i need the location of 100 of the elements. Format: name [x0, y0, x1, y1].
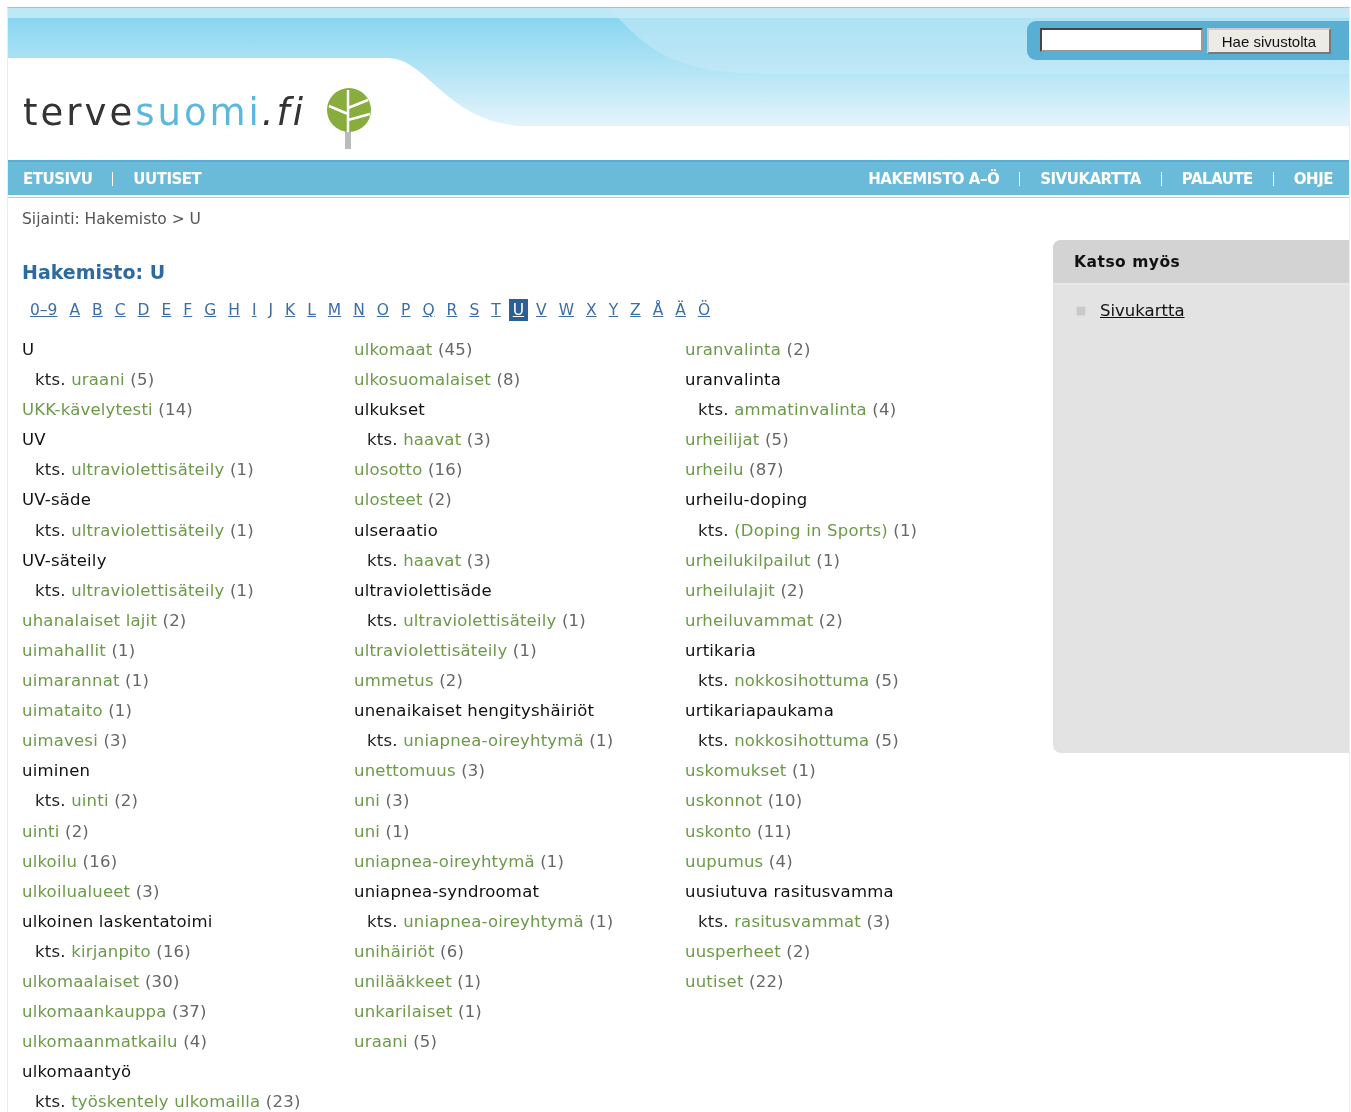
index-term: ultraviolettisäde	[354, 580, 492, 600]
index-link[interactable]: unilääkkeet	[354, 971, 452, 991]
letter-link[interactable]: X	[582, 299, 601, 321]
index-link[interactable]: ulkoilualueet	[22, 881, 131, 901]
see-label: kts.	[35, 580, 66, 600]
index-link[interactable]: uni	[354, 821, 381, 841]
index-link[interactable]: ultraviolettisäteily	[71, 580, 225, 600]
see-label: kts.	[35, 941, 66, 961]
index-link[interactable]: ulkosuomalaiset	[354, 370, 491, 390]
index-link[interactable]: unettomuus	[354, 761, 456, 781]
letter-link[interactable]: V	[532, 299, 551, 321]
letter-link[interactable]: R	[442, 299, 462, 321]
letter-link[interactable]: Z	[626, 299, 645, 321]
index-link[interactable]: urheilu	[685, 460, 744, 480]
index-link[interactable]: ultraviolettisäteily	[354, 640, 508, 660]
index-link[interactable]: nokkosihottuma	[734, 671, 870, 691]
index-link[interactable]: uinti	[22, 821, 60, 841]
index-link[interactable]: uraani	[71, 370, 125, 390]
index-link[interactable]: uinti	[71, 791, 109, 811]
letter-link[interactable]: S	[465, 299, 484, 321]
nav-link[interactable]: OHJE	[1293, 169, 1333, 188]
index-link[interactable]: urheilijat	[685, 430, 760, 450]
letter-link[interactable]: 0–9	[26, 299, 62, 321]
index-link[interactable]: uskonto	[685, 821, 752, 841]
letter-link[interactable]: Å	[648, 299, 668, 321]
index-link[interactable]: uniapnea-oireyhtymä	[354, 851, 535, 871]
letter-link[interactable]: T	[487, 299, 505, 321]
letter-link[interactable]: D	[133, 299, 154, 321]
letter-link[interactable]: Q	[418, 299, 439, 321]
letter-link[interactable]: F	[179, 299, 197, 321]
index-link[interactable]: (Doping in Sports)	[734, 520, 888, 540]
letter-link[interactable]: E	[157, 299, 176, 321]
index-link[interactable]: ulosteet	[354, 490, 423, 510]
letter-link[interactable]: U	[508, 299, 529, 321]
index-link[interactable]: ulkomaankauppa	[22, 1002, 167, 1022]
index-link[interactable]: uniapnea-oireyhtymä	[403, 731, 584, 751]
index-link[interactable]: uimavesi	[22, 731, 98, 751]
index-link[interactable]: ummetus	[354, 671, 434, 691]
search-field[interactable]	[1039, 28, 1203, 52]
index-link[interactable]: urheilukilpailut	[685, 550, 811, 570]
search-button[interactable]: Hae sivustolta	[1206, 28, 1331, 54]
index-link[interactable]: työskentely ulkomailla	[71, 1092, 261, 1112]
index-link[interactable]: uni	[354, 791, 381, 811]
index-link[interactable]: uusperheet	[685, 941, 781, 961]
index-link[interactable]: uskomukset	[685, 761, 787, 781]
index-link[interactable]: uskonnot	[685, 791, 763, 811]
letter-link[interactable]: P	[397, 299, 415, 321]
index-link[interactable]: uimahallit	[22, 640, 107, 660]
index-link[interactable]: unihäiriöt	[354, 941, 435, 961]
nav-link[interactable]: HAKEMISTO A–Ö	[868, 169, 1000, 188]
nav-link[interactable]: SIVUKARTTA	[1040, 169, 1141, 188]
letter-link[interactable]: Ö	[693, 299, 715, 321]
letter-link[interactable]: N	[349, 299, 369, 321]
index-link[interactable]: uraani	[354, 1032, 408, 1052]
letter-link[interactable]: Ä	[671, 299, 690, 321]
letter-link[interactable]: A	[65, 299, 85, 321]
letter-link[interactable]: J	[264, 299, 278, 321]
index-link[interactable]: uniapnea-oireyhtymä	[403, 911, 584, 931]
letter-link[interactable]: L	[303, 299, 320, 321]
index-link[interactable]: kirjanpito	[71, 941, 151, 961]
index-link[interactable]: uupumus	[685, 851, 764, 871]
index-link[interactable]: UKK-kävelytesti	[22, 400, 153, 420]
letter-link[interactable]: K	[281, 299, 300, 321]
index-link[interactable]: ultraviolettisäteily	[71, 460, 225, 480]
index-link[interactable]: haavat	[403, 550, 462, 570]
letter-link[interactable]: C	[110, 299, 130, 321]
index-link[interactable]: haavat	[403, 430, 462, 450]
index-link[interactable]: unkarilaiset	[354, 1002, 453, 1022]
index-link[interactable]: ulkoilu	[22, 851, 78, 871]
letter-link[interactable]: M	[323, 299, 346, 321]
sidebar-link[interactable]: Sivukartta	[1100, 301, 1185, 320]
index-link[interactable]: ulosotto	[354, 460, 423, 480]
index-link[interactable]: ulkomaat	[354, 340, 433, 359]
index-term: urheilu-doping	[685, 490, 808, 510]
index-link[interactable]: urheiluvammat	[685, 610, 814, 630]
index-link[interactable]: ammatinvalinta	[734, 400, 867, 420]
index-link[interactable]: ulkomaanmatkailu	[22, 1032, 178, 1052]
letter-link[interactable]: W	[554, 299, 578, 321]
nav-link[interactable]: PALAUTE	[1181, 169, 1253, 188]
letter-link[interactable]: B	[88, 299, 107, 321]
index-link[interactable]: ulkomaalaiset	[22, 971, 140, 991]
index-link[interactable]: rasitusvammat	[734, 911, 861, 931]
letter-link[interactable]: I	[247, 299, 261, 321]
index-link[interactable]: ultraviolettisäteily	[71, 520, 225, 540]
index-term: ulkukset	[354, 400, 425, 420]
index-link[interactable]: urheilulajit	[685, 580, 775, 600]
letter-link[interactable]: Y	[604, 299, 623, 321]
nav-link[interactable]: ETUSIVU	[23, 169, 93, 188]
index-link[interactable]: nokkosihottuma	[734, 731, 870, 751]
index-link[interactable]: uimataito	[22, 701, 103, 721]
site-logo[interactable]: tervesuomi.fi	[23, 91, 306, 134]
index-link[interactable]: uhanalaiset lajit	[22, 610, 158, 630]
letter-link[interactable]: O	[372, 299, 394, 321]
nav-link[interactable]: UUTISET	[133, 169, 202, 188]
index-link[interactable]: uimarannat	[22, 671, 120, 691]
letter-link[interactable]: G	[200, 299, 221, 321]
letter-link[interactable]: H	[224, 299, 244, 321]
index-link[interactable]: uranvalinta	[685, 340, 782, 359]
index-link[interactable]: ultraviolettisäteily	[403, 610, 557, 630]
index-link[interactable]: uutiset	[685, 971, 744, 991]
